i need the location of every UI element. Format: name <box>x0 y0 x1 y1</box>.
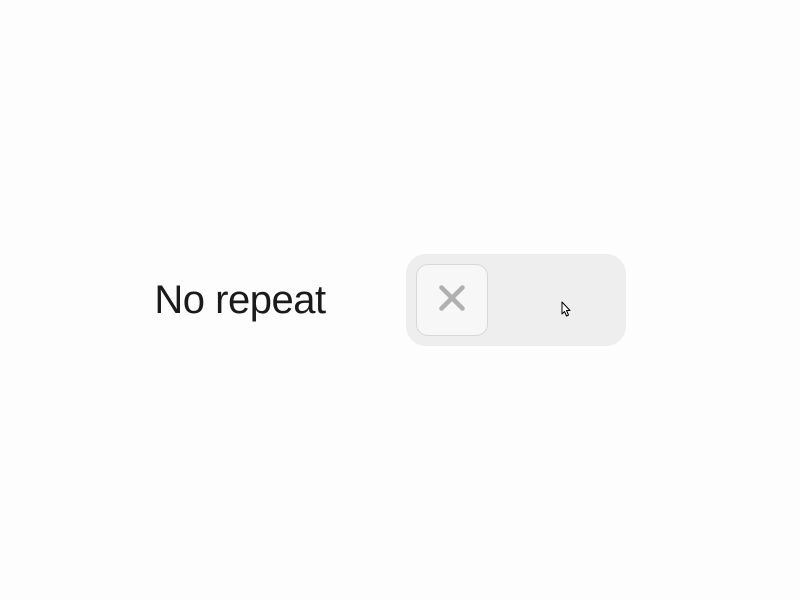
close-icon <box>434 280 470 321</box>
setting-row: No repeat <box>154 254 625 346</box>
repeat-toggle[interactable] <box>406 254 626 346</box>
toggle-knob[interactable] <box>416 264 488 336</box>
setting-label: No repeat <box>154 278 325 323</box>
